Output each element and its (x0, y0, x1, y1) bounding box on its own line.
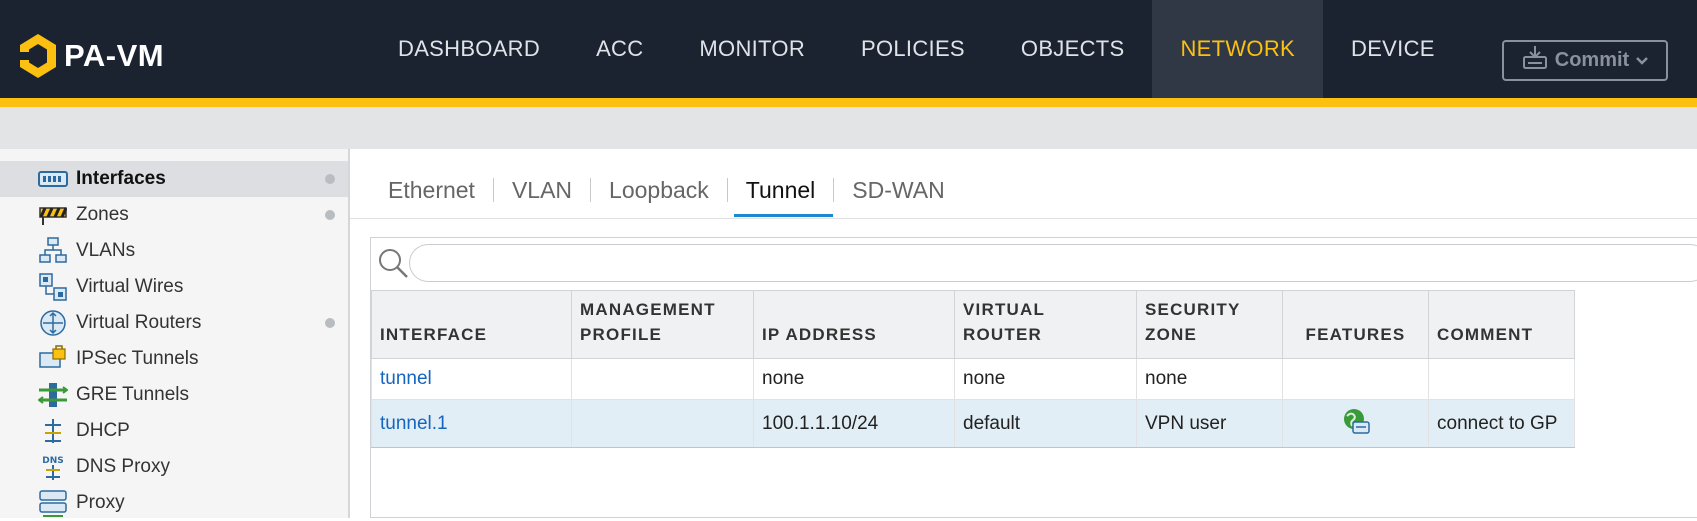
tab-vlan[interactable]: VLAN (494, 163, 590, 217)
nav-objects[interactable]: OBJECTS (993, 0, 1153, 98)
search-bar (371, 238, 1697, 290)
interface-type-tabs: Ethernet VLAN Loopback Tunnel SD-WAN (370, 163, 963, 217)
status-dot (325, 210, 335, 220)
ipsec-tunnels-icon (38, 345, 68, 372)
nav-accent-bar (0, 98, 1697, 107)
commit-label: Commit (1554, 49, 1630, 71)
nav-network[interactable]: NETWORK (1152, 0, 1324, 98)
main-nav: DASHBOARD ACC MONITOR POLICIES OBJECTS N… (370, 0, 1463, 98)
tab-tunnel[interactable]: Tunnel (728, 163, 834, 217)
vlans-icon (38, 237, 68, 264)
tab-loopback[interactable]: Loopback (591, 163, 727, 217)
tab-sd-wan[interactable]: SD-WAN (834, 163, 962, 217)
security-zone-cell: VPN user (1136, 399, 1283, 448)
features-cell (1282, 358, 1429, 400)
management-profile-cell (571, 399, 754, 448)
sidebar: Interfaces Zones VLANs Virtual Wires Vir… (0, 149, 350, 518)
sidebar-item-interfaces[interactable]: Interfaces (0, 161, 348, 197)
table-row[interactable]: tunnel.1 100.1.1.10/24 default VPN user … (371, 399, 1575, 448)
sidebar-item-ipsec-tunnels[interactable]: IPSec Tunnels (0, 341, 348, 377)
sidebar-item-proxy[interactable]: Proxy (0, 485, 348, 521)
sidebar-item-virtual-wires[interactable]: Virtual Wires (0, 269, 348, 305)
virtual-wires-icon (38, 273, 68, 301)
nav-acc[interactable]: ACC (568, 0, 671, 98)
sidebar-item-label: DHCP (76, 420, 130, 441)
column-header-interface[interactable]: INTERFACE (371, 290, 572, 359)
sidebar-item-label: GRE Tunnels (76, 384, 189, 405)
ip-address-cell: 100.1.1.10/24 (753, 399, 955, 448)
sidebar-item-label: DNS Proxy (76, 456, 170, 477)
sidebar-item-label: Proxy (76, 492, 125, 513)
search-input[interactable] (409, 244, 1697, 282)
interface-link[interactable]: tunnel.1 (371, 399, 572, 448)
commit-download-icon (1521, 45, 1549, 77)
chevron-down-icon (1635, 49, 1649, 72)
comment-cell (1428, 358, 1575, 400)
proxy-icon (38, 490, 68, 517)
sidebar-item-label: IPSec Tunnels (76, 348, 199, 369)
status-dot (325, 174, 335, 184)
top-navigation-bar: PA-VM DASHBOARD ACC MONITOR POLICIES OBJ… (0, 0, 1697, 98)
virtual-router-cell: default (954, 399, 1137, 448)
features-cell (1282, 399, 1429, 448)
comment-cell: connect to GP (1428, 399, 1575, 448)
table-header-row: INTERFACE MANAGEMENT PROFILE IP ADDRESS … (371, 290, 1575, 359)
sidebar-item-dns-proxy[interactable]: DNS DNS Proxy (0, 449, 348, 485)
svg-text:DNS: DNS (42, 456, 64, 466)
sidebar-item-vlans[interactable]: VLANs (0, 233, 348, 269)
context-bar (0, 107, 1697, 149)
paloalto-logo-icon (20, 34, 56, 78)
management-profile-cell (571, 358, 754, 400)
column-header-ip-address[interactable]: IP ADDRESS (753, 290, 955, 359)
virtual-routers-icon (38, 310, 68, 336)
nav-dashboard[interactable]: DASHBOARD (370, 0, 568, 98)
gre-tunnels-icon (38, 382, 68, 408)
interfaces-table: INTERFACE MANAGEMENT PROFILE IP ADDRESS … (371, 290, 1575, 448)
interfaces-icon (38, 166, 68, 192)
search-icon[interactable] (376, 246, 410, 280)
nav-monitor[interactable]: MONITOR (671, 0, 833, 98)
table-row[interactable]: tunnel none none none (371, 358, 1575, 400)
globalprotect-feature-icon[interactable] (1341, 406, 1371, 436)
zones-icon (38, 202, 68, 228)
sidebar-item-label: Zones (76, 204, 129, 225)
tab-ethernet[interactable]: Ethernet (370, 163, 493, 217)
nav-policies[interactable]: POLICIES (833, 0, 993, 98)
sidebar-item-dhcp[interactable]: DHCP (0, 413, 348, 449)
security-zone-cell: none (1136, 358, 1283, 400)
column-header-features[interactable]: FEATURES (1282, 290, 1429, 359)
tabs-divider (350, 218, 1697, 219)
column-header-management-profile[interactable]: MANAGEMENT PROFILE (571, 290, 754, 359)
column-header-virtual-router[interactable]: VIRTUAL ROUTER (954, 290, 1137, 359)
app-name: PA-VM (64, 38, 165, 73)
interface-link[interactable]: tunnel (371, 358, 572, 400)
sidebar-item-label: Interfaces (76, 168, 166, 189)
nav-device[interactable]: DEVICE (1323, 0, 1463, 98)
virtual-router-cell: none (954, 358, 1137, 400)
interfaces-grid-panel: INTERFACE MANAGEMENT PROFILE IP ADDRESS … (370, 237, 1697, 518)
sidebar-item-label: Virtual Wires (76, 276, 184, 297)
column-header-security-zone[interactable]: SECURITY ZONE (1136, 290, 1283, 359)
ip-address-cell: none (753, 358, 955, 400)
status-dot (325, 318, 335, 328)
dns-proxy-icon: DNS (38, 454, 68, 480)
app-logo[interactable]: PA-VM (20, 34, 164, 78)
sidebar-item-virtual-routers[interactable]: Virtual Routers (0, 305, 348, 341)
dhcp-icon (38, 418, 68, 444)
commit-button[interactable]: Commit (1502, 40, 1668, 81)
sidebar-item-label: VLANs (76, 240, 136, 261)
sidebar-item-gre-tunnels[interactable]: GRE Tunnels (0, 377, 348, 413)
column-header-comment[interactable]: COMMENT (1428, 290, 1575, 359)
sidebar-item-label: Virtual Routers (76, 312, 202, 333)
sidebar-item-zones[interactable]: Zones (0, 197, 348, 233)
